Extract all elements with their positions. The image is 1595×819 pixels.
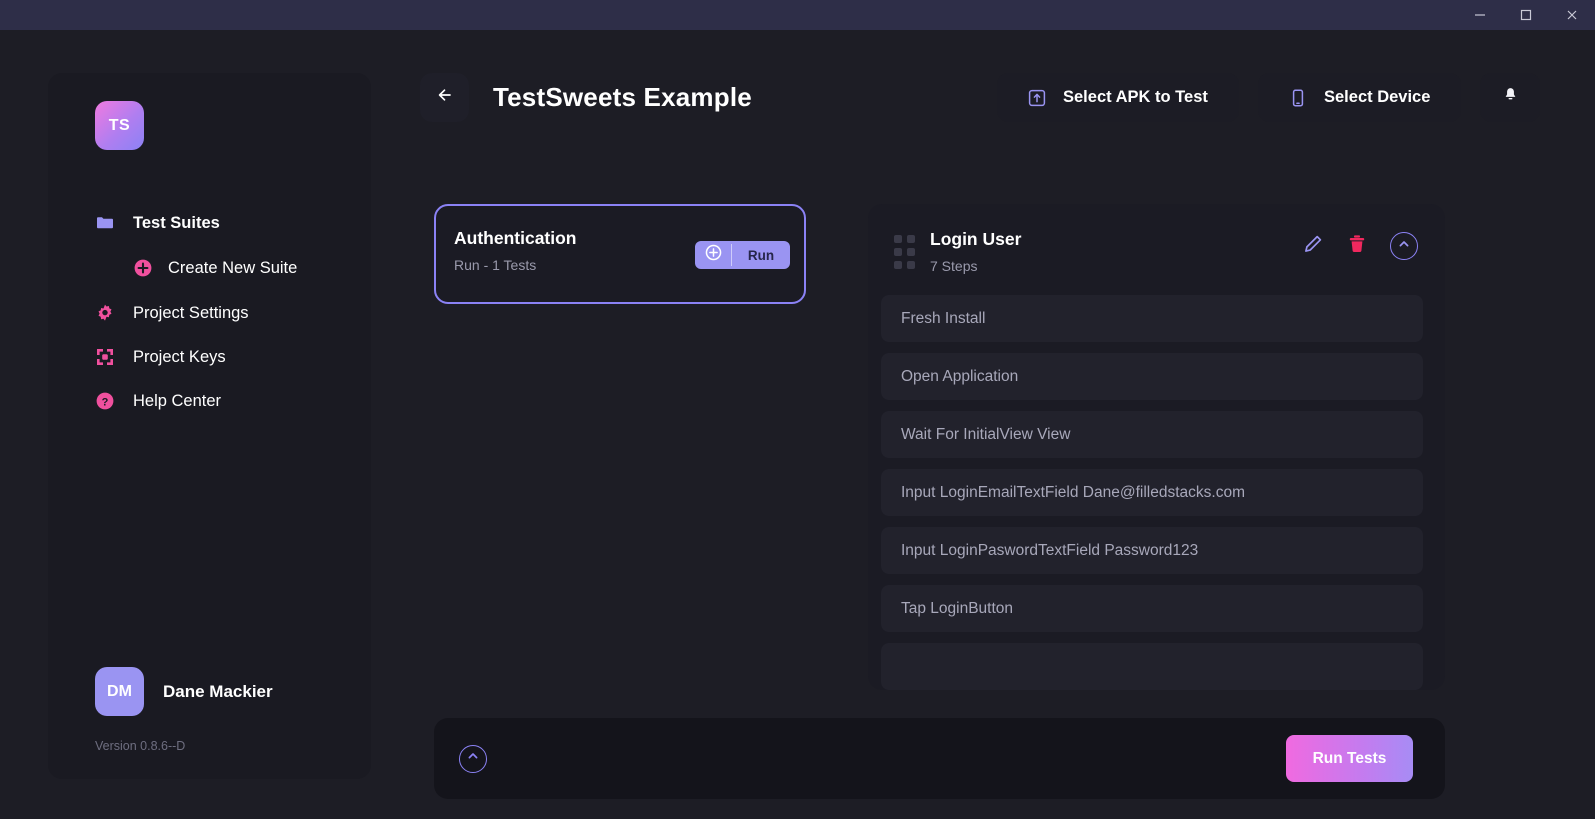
drag-dot bbox=[894, 248, 902, 256]
minimize-icon bbox=[1473, 8, 1487, 22]
drag-dot bbox=[907, 261, 915, 269]
content-area: Authentication Run - 1 Tests bbox=[420, 122, 1595, 690]
select-apk-button[interactable]: Select APK to Test bbox=[997, 73, 1239, 122]
test-step-row[interactable]: Tap LoginButton bbox=[881, 585, 1423, 632]
window-close-button[interactable] bbox=[1549, 0, 1595, 30]
select-device-button[interactable]: Select Device bbox=[1258, 73, 1461, 122]
drag-dot bbox=[894, 235, 902, 243]
test-step-row[interactable]: Open Application bbox=[881, 353, 1423, 400]
apk-upload-icon bbox=[1027, 88, 1047, 108]
sidebar-item-project-keys[interactable]: Project Keys bbox=[48, 335, 371, 379]
app-root: TS Test Suites Create New Suite bbox=[0, 30, 1595, 819]
test-header: Login User 7 Steps bbox=[881, 221, 1423, 274]
question-circle-icon: ? bbox=[95, 391, 115, 411]
suite-name: Authentication bbox=[454, 228, 695, 249]
collapse-test-button[interactable] bbox=[1390, 232, 1418, 260]
test-titles: Login User 7 Steps bbox=[930, 229, 1302, 274]
suite-run-button[interactable]: Run bbox=[732, 241, 790, 269]
select-device-label: Select Device bbox=[1324, 88, 1430, 107]
pencil-icon[interactable] bbox=[1302, 233, 1324, 260]
sidebar-nav: Test Suites Create New Suite bbox=[48, 201, 371, 423]
brand-initials: TS bbox=[109, 117, 130, 135]
top-toolbar: TestSweets Example Select APK to Test bbox=[420, 73, 1595, 122]
sidebar-container: TS Test Suites Create New Suite bbox=[0, 30, 420, 819]
test-step-row[interactable]: Wait For InitialView View bbox=[881, 411, 1423, 458]
chevron-up-circle-icon bbox=[466, 749, 480, 768]
expand-panel-button[interactable] bbox=[459, 745, 487, 773]
avatar: DM bbox=[95, 667, 144, 716]
main-content: TestSweets Example Select APK to Test bbox=[420, 30, 1595, 819]
sidebar: TS Test Suites Create New Suite bbox=[48, 73, 371, 779]
toolbar-actions: Select APK to Test Select Device bbox=[997, 73, 1540, 122]
user-name: Dane Mackier bbox=[163, 682, 273, 702]
avatar-initials: DM bbox=[107, 683, 132, 701]
add-test-button[interactable] bbox=[695, 241, 731, 269]
arrow-left-icon bbox=[434, 84, 456, 111]
sidebar-item-label: Create New Suite bbox=[168, 259, 297, 278]
suite-list: Authentication Run - 1 Tests bbox=[434, 204, 838, 690]
test-name: Login User bbox=[930, 229, 1302, 250]
suite-subtitle: Run - 1 Tests bbox=[454, 257, 695, 273]
sidebar-item-label: Help Center bbox=[133, 392, 221, 411]
sidebar-item-label: Project Settings bbox=[133, 304, 249, 323]
sidebar-item-project-settings[interactable]: Project Settings bbox=[48, 291, 371, 335]
sidebar-item-label: Test Suites bbox=[133, 214, 220, 233]
svg-text:?: ? bbox=[102, 396, 109, 408]
drag-dot bbox=[907, 248, 915, 256]
bottom-bar: Run Tests bbox=[434, 718, 1445, 799]
window-maximize-button[interactable] bbox=[1503, 0, 1549, 30]
window-minimize-button[interactable] bbox=[1457, 0, 1503, 30]
drag-dot bbox=[894, 261, 902, 269]
select-apk-label: Select APK to Test bbox=[1063, 88, 1208, 107]
brand-logo[interactable]: TS bbox=[95, 101, 144, 150]
bell-icon bbox=[1501, 86, 1520, 110]
run-tests-button[interactable]: Run Tests bbox=[1286, 735, 1413, 782]
chevron-up-icon bbox=[1397, 237, 1411, 256]
folder-icon bbox=[95, 213, 115, 233]
trash-icon[interactable] bbox=[1346, 233, 1368, 260]
test-step-count: 7 Steps bbox=[930, 258, 1302, 274]
notifications-button[interactable] bbox=[1480, 73, 1540, 122]
close-icon bbox=[1565, 8, 1579, 22]
key-frame-icon bbox=[95, 347, 115, 367]
sidebar-item-label: Project Keys bbox=[133, 348, 226, 367]
page-title: TestSweets Example bbox=[493, 82, 752, 113]
sidebar-footer: DM Dane Mackier Version 0.8.6--D bbox=[48, 667, 371, 779]
maximize-icon bbox=[1519, 8, 1533, 22]
drag-dots-icon[interactable] bbox=[894, 235, 916, 269]
sidebar-item-test-suites[interactable]: Test Suites bbox=[48, 201, 371, 245]
plus-circle-icon bbox=[133, 258, 153, 278]
test-step-row[interactable]: Input LoginEmailTextField Dane@filledsta… bbox=[881, 469, 1423, 516]
test-step-row[interactable] bbox=[881, 643, 1423, 690]
test-step-row[interactable]: Input LoginPaswordTextField Password123 bbox=[881, 527, 1423, 574]
user-profile[interactable]: DM Dane Mackier bbox=[95, 667, 371, 716]
suite-run-group: Run bbox=[695, 241, 790, 269]
gear-icon bbox=[95, 303, 115, 323]
test-steps-list: Fresh Install Open Application Wait For … bbox=[881, 295, 1423, 690]
window-titlebar bbox=[0, 0, 1595, 30]
plus-circle-icon bbox=[704, 243, 723, 267]
test-panel: Login User 7 Steps bbox=[868, 204, 1445, 690]
sidebar-item-create-new-suite[interactable]: Create New Suite bbox=[48, 245, 371, 291]
suite-card-authentication[interactable]: Authentication Run - 1 Tests bbox=[434, 204, 806, 304]
phone-icon bbox=[1288, 88, 1308, 108]
suite-texts: Authentication Run - 1 Tests bbox=[454, 228, 695, 273]
version-label: Version 0.8.6--D bbox=[95, 739, 371, 753]
test-actions bbox=[1302, 232, 1423, 260]
drag-dot bbox=[907, 235, 915, 243]
back-button[interactable] bbox=[420, 73, 469, 122]
test-step-row[interactable]: Fresh Install bbox=[881, 295, 1423, 342]
sidebar-item-help-center[interactable]: ? Help Center bbox=[48, 379, 371, 423]
